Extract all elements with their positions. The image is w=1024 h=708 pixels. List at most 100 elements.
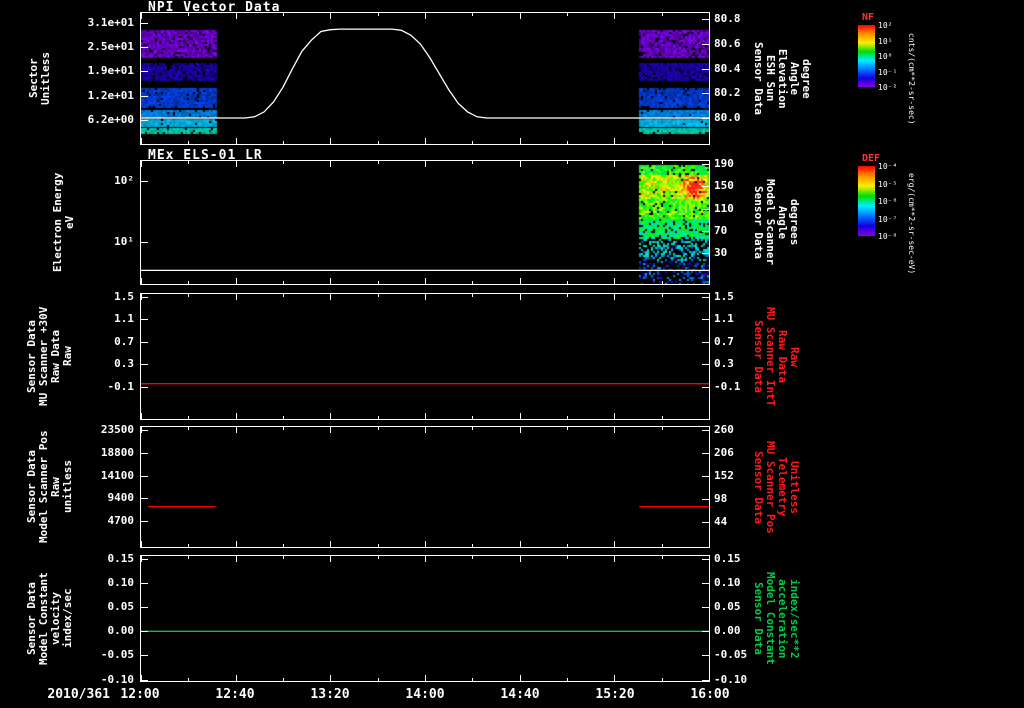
tick-mark [188,281,189,284]
y-tick-label-left: -0.05 [101,649,134,660]
tick-mark [283,281,284,284]
y-tick-label-right: 98 [714,493,727,504]
y-tick-label-right: 0.3 [714,358,734,369]
tick-mark [520,556,521,562]
tick-mark [236,427,237,433]
y-tick-label-right: 80.8 [714,13,741,24]
tick-mark [141,138,142,144]
tick-mark [702,453,709,454]
tick-mark [702,387,709,388]
tick-mark [236,138,237,144]
tick-mark [709,675,710,681]
tick-mark [702,364,709,365]
tick-mark [141,161,142,167]
y-tick-label-left: 10² [114,175,134,186]
tick-mark [236,13,237,19]
tick-mark [520,161,521,167]
tick-mark [425,556,426,562]
y-tick-label-left: 1.5 [114,291,134,302]
science-plot-screen: NPI Vector Data Sector Unitless Sensor D… [0,0,1024,708]
y-tick-label-left: 0.00 [108,625,135,636]
y-tick-label-right: 80.2 [714,87,741,98]
tick-mark [141,631,148,632]
tick-mark [520,413,521,419]
tick-mark [709,541,710,547]
tick-mark [702,476,709,477]
y-tick-label-right: -0.10 [714,674,747,685]
tick-mark [236,541,237,547]
x-tick-label: 12:00 [110,687,170,702]
tick-mark [567,678,568,681]
colorbar-def: DEF 10⁻⁴ 10⁻⁵ 10⁻⁶ 10⁻⁷ 10⁻⁸ erg/(cm**2-sr-s… [850,153,1024,295]
tick-mark [141,387,148,388]
tick-mark [662,13,663,16]
tick-mark [662,294,663,297]
right-axis-tick-labels: 1.5 1.1 0.7 0.3 -0.1 [714,293,762,420]
tick-mark [709,161,710,167]
tick-mark [141,607,148,608]
y-tick-label-left: 10¹ [114,236,134,247]
tick-mark [520,675,521,681]
tick-mark [425,675,426,681]
y-tick-label-left: 4700 [108,515,135,526]
tick-mark [662,427,663,430]
y-tick-label-right: 30 [714,247,727,258]
colorbar-tick-label: 10⁻⁴ [878,162,897,171]
series-esh-sun-elevation [141,29,709,118]
tick-mark [330,138,331,144]
tick-mark [378,13,379,16]
tick-mark [330,278,331,284]
tick-mark [662,544,663,547]
tick-mark [283,556,284,559]
y-tick-label-right: 0.10 [714,577,741,588]
tick-mark [520,138,521,144]
panel-scanner-pos: Sensor Data Model Scanner Pos Raw unitle… [0,426,1024,548]
colorbar-unit-label: cnts/(cm**2-sr-sec) [907,14,916,144]
tick-mark [567,544,568,547]
tick-mark [520,278,521,284]
plot-area-els [140,160,710,285]
tick-mark [188,556,189,559]
left-axis-tick-labels: 1.5 1.1 0.7 0.3 -0.1 [0,293,134,420]
y-tick-label-right: 44 [714,516,727,527]
tick-mark [709,427,710,433]
tick-mark [702,607,709,608]
left-axis-tick-labels: 3.1e+01 2.5e+01 1.9e+01 1.2e+01 6.2e+00 [0,12,134,145]
tick-mark [188,416,189,419]
tick-mark [141,319,148,320]
tick-mark [283,416,284,419]
colorbar-tick-label: 10¹ [878,37,892,46]
colorbar-nf: NF 10² 10¹ 10⁰ 10⁻¹ 10⁻² cnts/(cm**2-sr-sec) [850,12,1024,150]
y-tick-label-left: 0.10 [108,577,135,588]
tick-mark [378,141,379,144]
tick-mark [614,138,615,144]
tick-mark [614,13,615,19]
x-tick-label: 14:00 [395,687,455,702]
y-tick-label-right: 260 [714,424,734,435]
colorbar-tick-label: 10⁻⁸ [878,232,897,241]
y-tick-label-left: 9400 [108,492,135,503]
y-tick-label-left: 6.2e+00 [88,114,134,125]
tick-mark [236,278,237,284]
y-tick-label-right: 206 [714,447,734,458]
y-tick-label-left: 2.5e+01 [88,41,134,52]
tick-mark [520,541,521,547]
tick-mark [141,430,148,431]
tick-mark [141,23,148,24]
tick-mark [662,141,663,144]
tick-mark [330,541,331,547]
tick-mark [188,141,189,144]
tick-mark [330,161,331,167]
y-tick-label-left: 1.1 [114,313,134,324]
y-tick-label-left: 1.9e+01 [88,65,134,76]
colorbar-tick-label: 10⁰ [878,52,892,61]
y-tick-label-right: 0.15 [714,553,741,564]
tick-mark [472,281,473,284]
colorbar-tick-label: 10⁻⁶ [878,197,897,206]
tick-mark [330,675,331,681]
tick-mark [702,209,709,210]
y-tick-label-left: -0.10 [101,674,134,685]
tick-mark [283,161,284,164]
tick-mark [378,544,379,547]
tick-mark [709,278,710,284]
